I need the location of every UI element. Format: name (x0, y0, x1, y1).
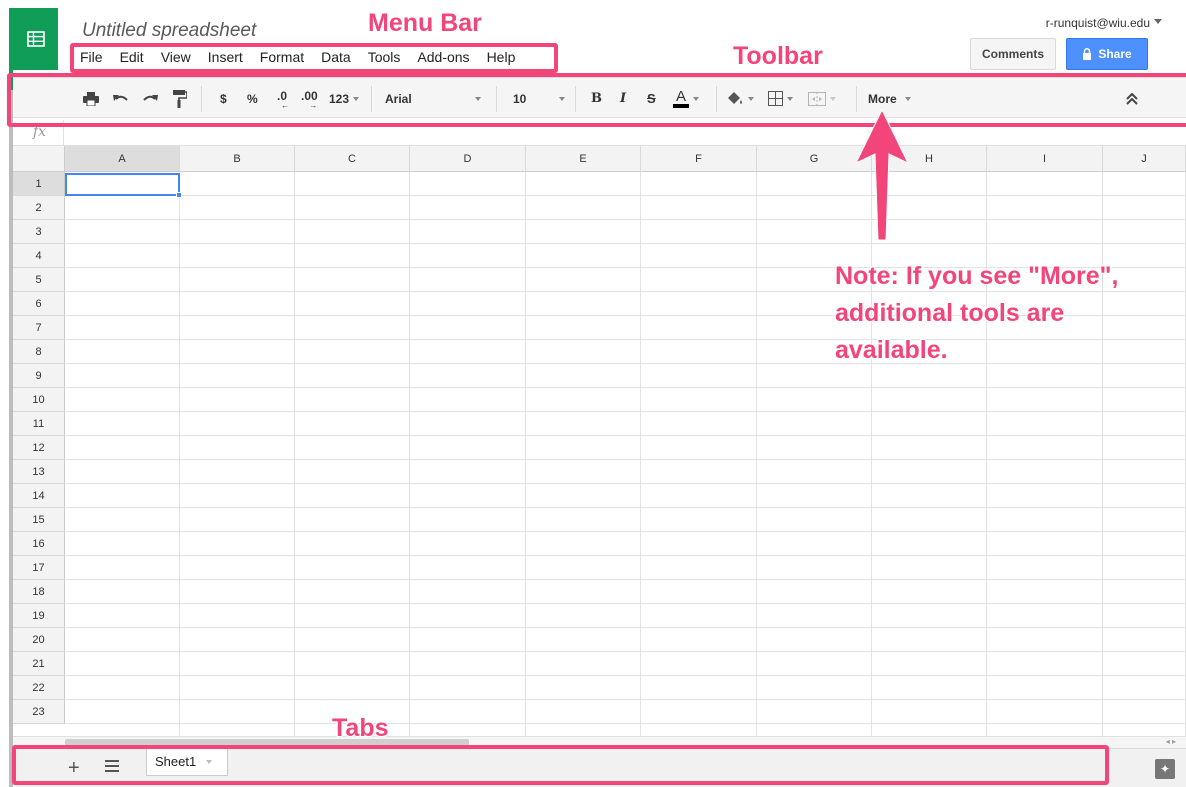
share-button[interactable]: Share (1066, 38, 1148, 70)
column-header-j[interactable]: J (1103, 146, 1186, 172)
grid-row-line (65, 699, 1186, 700)
share-label: Share (1098, 47, 1132, 61)
row-header-1[interactable]: 1 (13, 172, 65, 196)
chevron-down-icon[interactable] (1154, 19, 1162, 24)
grid-row-line (65, 627, 1186, 628)
document-title[interactable]: Untitled spreadsheet (82, 20, 256, 42)
column-header-e[interactable]: E (526, 146, 641, 172)
grid-row-line (65, 603, 1186, 604)
user-email[interactable]: r-runquist@wiu.edu (1046, 16, 1150, 30)
row-header-13[interactable]: 13 (13, 460, 65, 484)
grid-row-line (65, 483, 1186, 484)
row-header-7[interactable]: 7 (13, 316, 65, 340)
row-header-22[interactable]: 22 (13, 676, 65, 700)
column-header-d[interactable]: D (410, 146, 526, 172)
column-header-f[interactable]: F (641, 146, 757, 172)
row-header-9[interactable]: 9 (13, 364, 65, 388)
explore-icon[interactable]: ✦ (1155, 759, 1175, 779)
note-line-1: Note: If you see "More", (835, 262, 1119, 290)
note-line-3: available. (835, 336, 948, 364)
row-header-2[interactable]: 2 (13, 196, 65, 220)
row-header-14[interactable]: 14 (13, 484, 65, 508)
row-header-10[interactable]: 10 (13, 388, 65, 412)
comments-button[interactable]: Comments (970, 38, 1056, 70)
lock-icon (1083, 48, 1092, 60)
toolbar-annotation: Toolbar (733, 42, 823, 70)
menu-bar-annotation: Menu Bar (368, 9, 482, 37)
row-header-23[interactable]: 23 (13, 700, 65, 724)
column-header-b[interactable]: B (180, 146, 295, 172)
row-header-16[interactable]: 16 (13, 532, 65, 556)
row-header-11[interactable]: 11 (13, 412, 65, 436)
grid-row-line (65, 555, 1186, 556)
row-header-6[interactable]: 6 (13, 292, 65, 316)
row-header-21[interactable]: 21 (13, 652, 65, 676)
grid-row-line (65, 195, 1186, 196)
grid-row-line (65, 723, 1186, 724)
column-header-c[interactable]: C (295, 146, 410, 172)
row-header-18[interactable]: 18 (13, 580, 65, 604)
row-header-8[interactable]: 8 (13, 340, 65, 364)
tabs-annotation: Tabs (332, 714, 389, 742)
row-header-19[interactable]: 19 (13, 604, 65, 628)
more-note-annotation: Note: If you see "More", additional tool… (835, 258, 1118, 369)
row-header-20[interactable]: 20 (13, 628, 65, 652)
column-header-i[interactable]: I (987, 146, 1103, 172)
row-header-4[interactable]: 4 (13, 244, 65, 268)
fill-handle[interactable] (176, 192, 182, 198)
grid-row-line (65, 387, 1186, 388)
grid-row-line (65, 675, 1186, 676)
grid-row-line (65, 507, 1186, 508)
grid-row-line (65, 531, 1186, 532)
tabs-highlight (12, 745, 1109, 785)
grid-row-line (65, 219, 1186, 220)
scroll-arrows-icon[interactable]: ◂ ▸ (1166, 737, 1176, 746)
column-header-a[interactable]: A (65, 146, 180, 172)
spreadsheet-grid[interactable]: A B C D E F G H I J 1 2 3 4 5 6 7 8 9 10 11 12 13 14 15 16 17 18 19 2… (13, 146, 1186, 736)
grid-row-line (65, 243, 1186, 244)
sheets-logo-icon[interactable] (13, 8, 58, 70)
grid-row-line (65, 579, 1186, 580)
row-header-5[interactable]: 5 (13, 268, 65, 292)
row-header-17[interactable]: 17 (13, 556, 65, 580)
menu-bar-highlight (70, 43, 558, 73)
row-header-12[interactable]: 12 (13, 436, 65, 460)
row-header-3[interactable]: 3 (13, 220, 65, 244)
select-all-corner[interactable] (13, 146, 65, 172)
grid-row-line (65, 651, 1186, 652)
row-header-15[interactable]: 15 (13, 508, 65, 532)
active-cell[interactable] (65, 173, 180, 196)
grid-row-line (65, 435, 1186, 436)
grid-row-line (65, 411, 1186, 412)
grid-row-line (65, 459, 1186, 460)
note-line-2: additional tools are (835, 299, 1065, 327)
arrow-up-icon (854, 108, 910, 241)
toolbar-highlight (7, 73, 1186, 127)
